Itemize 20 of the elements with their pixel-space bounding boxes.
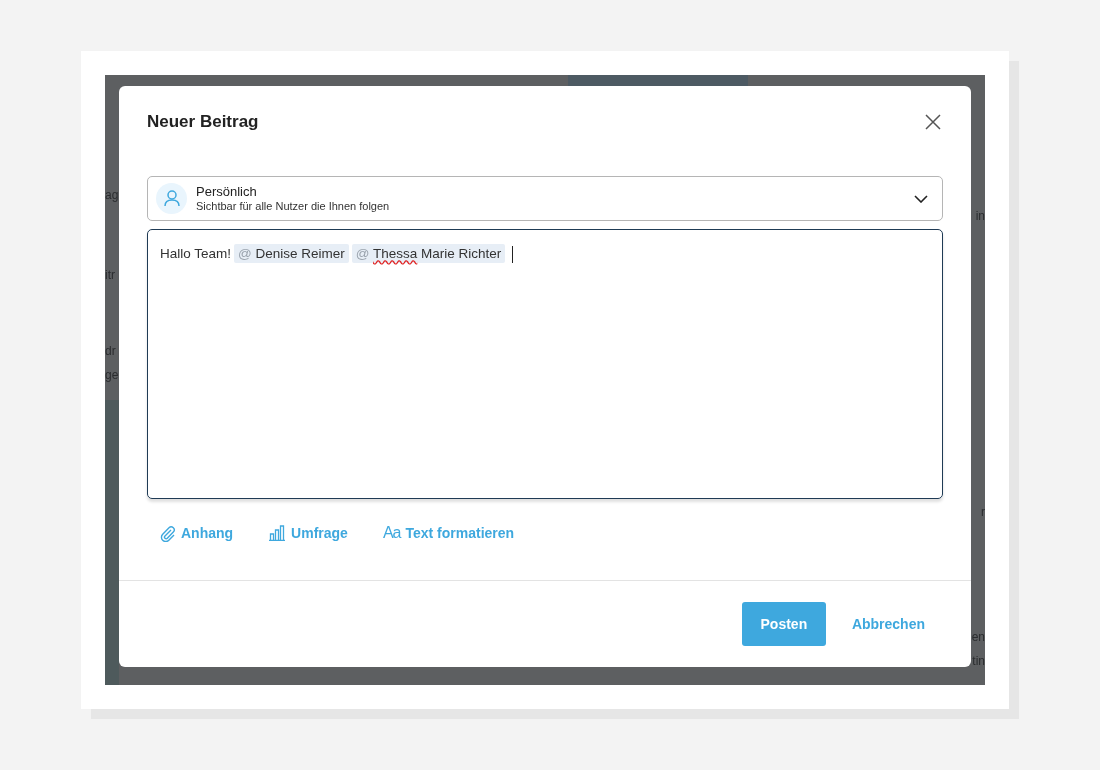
post-text-field[interactable]: Hallo Team! @ Denise Reimer @ Thessa Marie Richter bbox=[147, 229, 943, 500]
text-format-icon: Aa bbox=[382, 521, 401, 546]
post-text: Hallo Team! bbox=[160, 246, 232, 262]
user-avatar bbox=[156, 183, 187, 215]
audience-description: Sichtbar für alle Nutzer die Ihnen folgen bbox=[196, 200, 391, 213]
attachment-button[interactable]: Anhang bbox=[159, 521, 234, 546]
mention-tag: @ Denise Reimer bbox=[234, 244, 349, 264]
paperclip-icon bbox=[159, 524, 176, 542]
poll-button[interactable]: Umfrage bbox=[268, 521, 348, 546]
post-button[interactable]: Posten bbox=[741, 602, 826, 646]
cancel-button[interactable]: Abbrechen bbox=[851, 613, 925, 635]
bar-chart-icon bbox=[268, 525, 287, 542]
close-icon bbox=[925, 114, 941, 131]
format-button[interactable]: Aa Text formatieren bbox=[382, 521, 515, 546]
chevron-down-icon bbox=[914, 194, 928, 203]
modal-title: Neuer Beitrag bbox=[147, 112, 259, 133]
text-cursor bbox=[512, 246, 514, 264]
audience-label: Persönlich bbox=[196, 185, 258, 201]
mention-tag: @ Thessa Marie Richter bbox=[351, 244, 506, 264]
audience-select[interactable]: Persönlich Sichtbar für alle Nutzer die Ihnen folgen bbox=[147, 176, 943, 222]
